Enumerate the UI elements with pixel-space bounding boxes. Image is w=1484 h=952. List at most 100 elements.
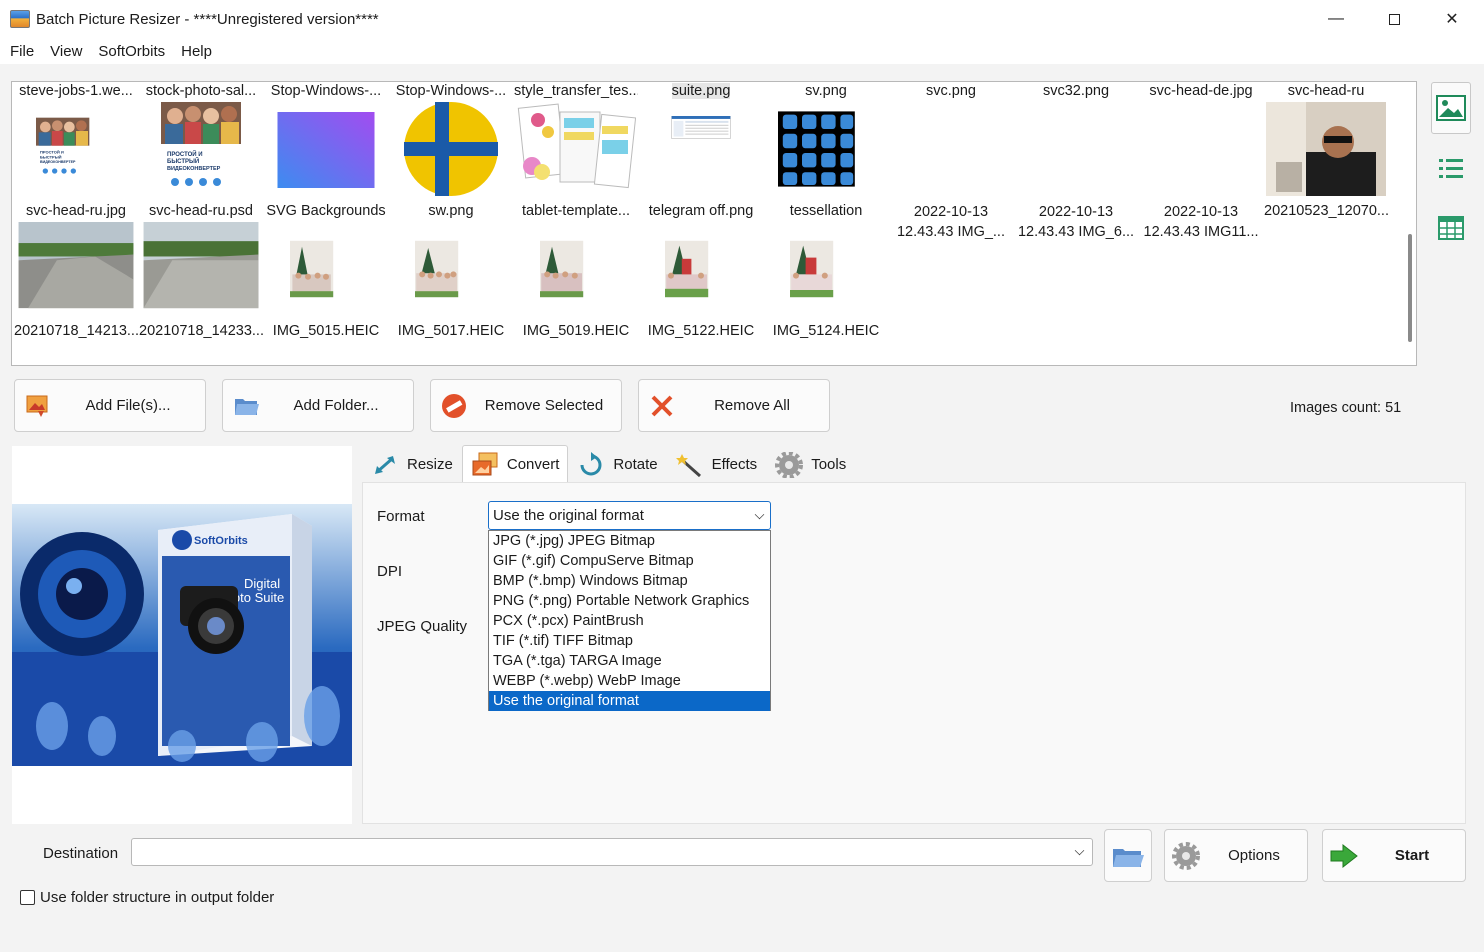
checkbox-box[interactable] xyxy=(20,890,35,905)
add-image-icon xyxy=(26,395,48,417)
tab-effects[interactable]: Effects xyxy=(667,446,767,482)
list-item[interactable]: tablet-template... xyxy=(514,82,638,219)
scrollbar-thumb[interactable] xyxy=(1408,234,1412,342)
minimize-button[interactable]: — xyxy=(1307,0,1365,38)
item-caption: svc-head-de.jpg xyxy=(1149,83,1253,99)
list-view-button[interactable] xyxy=(1431,142,1471,194)
close-button[interactable]: ✕ xyxy=(1423,0,1481,38)
images-count: Images count: 51 xyxy=(1290,400,1402,416)
list-item[interactable]: sw.png xyxy=(389,82,513,219)
format-select-value: Use the original format xyxy=(493,507,644,524)
menu-bar: File View SoftOrbits Help xyxy=(0,38,1484,64)
format-dropdown-list[interactable]: JPG (*.jpg) JPEG Bitmap GIF (*.gif) Comp… xyxy=(488,530,771,711)
list-item[interactable]: IMG_5124.HEIC xyxy=(764,202,888,339)
start-button[interactable]: Start xyxy=(1322,829,1466,882)
format-option[interactable]: PCX (*.pcx) PaintBrush xyxy=(489,611,770,631)
resize-icon xyxy=(375,455,395,474)
thumbnail-image xyxy=(415,240,459,298)
list-item[interactable]: svc-head-ru.jpg xyxy=(14,82,138,219)
list-item[interactable]: tessellation xyxy=(764,82,888,219)
list-item[interactable]: telegram off.png xyxy=(639,82,763,219)
format-select[interactable]: Use the original format xyxy=(488,501,771,530)
gear-icon xyxy=(1172,842,1200,870)
item-caption: IMG_5019.HEIC xyxy=(522,323,630,339)
preview-panel: SoftOrbits Digital Photo Suite xyxy=(12,446,352,824)
list-item[interactable]: IMG_5017.HEIC xyxy=(389,202,513,339)
format-label: Format xyxy=(377,508,425,525)
chevron-down-icon xyxy=(754,509,765,520)
item-caption: IMG_5017.HEIC xyxy=(397,323,505,339)
tab-convert[interactable]: Convert xyxy=(461,445,569,482)
list-item[interactable]: IMG_5015.HEIC xyxy=(264,202,388,339)
menu-help[interactable]: Help xyxy=(173,43,220,60)
format-option[interactable]: WEBP (*.webp) WebP Image xyxy=(489,671,770,691)
tab-resize[interactable]: Resize xyxy=(362,446,462,482)
item-caption: svc.png xyxy=(926,83,976,99)
destination-input[interactable] xyxy=(131,838,1093,866)
tab-resize-label: Resize xyxy=(407,456,453,473)
folder-structure-label: Use folder structure in output folder xyxy=(40,889,275,906)
maximize-button[interactable] xyxy=(1365,0,1423,38)
item-caption: 2022-10-13 12.43.43 IMG_... xyxy=(896,204,1005,240)
destination-label: Destination xyxy=(43,845,119,862)
vertical-scrollbar[interactable] xyxy=(1404,82,1416,365)
list-item[interactable]: svc-head-ru.psd xyxy=(139,82,263,219)
item-caption: svc32.png xyxy=(1042,83,1110,99)
format-option[interactable]: BMP (*.bmp) Windows Bitmap xyxy=(489,571,770,591)
close-x-icon xyxy=(651,395,673,417)
list-item[interactable]: SVG Backgrounds xyxy=(264,82,388,219)
tab-rotate[interactable]: Rotate xyxy=(568,446,666,482)
format-option[interactable]: TGA (*.tga) TARGA Image xyxy=(489,651,770,671)
list-item[interactable]: svc-head-de.jpg xyxy=(1139,82,1263,202)
item-caption: 20210523_12070... xyxy=(1264,203,1388,219)
format-option-selected[interactable]: Use the original format xyxy=(489,691,770,711)
preview-image: SoftOrbits Digital Photo Suite xyxy=(12,446,352,824)
menu-file[interactable]: File xyxy=(0,43,42,60)
table-view-button[interactable] xyxy=(1431,202,1471,254)
menu-view[interactable]: View xyxy=(42,43,90,60)
item-caption: 2022-10-13 12.43.43 IMG11... xyxy=(1143,204,1259,240)
list-item[interactable]: svc32.png xyxy=(1014,82,1138,202)
format-option[interactable]: GIF (*.gif) CompuServe Bitmap xyxy=(489,551,770,571)
folder-structure-checkbox[interactable]: Use folder structure in output folder xyxy=(20,889,274,906)
list-item[interactable]: svc.png xyxy=(889,82,1013,202)
menu-softorbits[interactable]: SoftOrbits xyxy=(90,43,173,60)
jpeg-quality-label: JPEG Quality xyxy=(377,618,468,635)
image-list[interactable]: steve-jobs-1.we... ПРОСТОЙ И БЫСТРЫЙ ВИД… xyxy=(11,81,1417,366)
chevron-down-icon xyxy=(1074,845,1085,856)
tab-rotate-label: Rotate xyxy=(613,456,658,473)
add-folder-button[interactable]: Add Folder... xyxy=(222,379,414,432)
remove-all-button[interactable]: Remove All xyxy=(638,379,830,432)
brand-text: SoftOrbits xyxy=(194,535,248,547)
format-option[interactable]: TIF (*.tif) TIFF Bitmap xyxy=(489,631,770,651)
list-item[interactable]: 20210523_12070... xyxy=(1264,82,1388,219)
tab-effects-label: Effects xyxy=(711,456,758,473)
title-bar: Batch Picture Resizer - ****Unregistered… xyxy=(0,0,1484,38)
thumbnail-image xyxy=(665,240,709,298)
arrow-right-icon xyxy=(1330,843,1358,869)
window-title: Batch Picture Resizer - ****Unregistered… xyxy=(36,10,379,28)
folder-icon xyxy=(235,399,259,415)
item-caption: IMG_5015.HEIC xyxy=(272,323,380,339)
format-option[interactable]: PNG (*.png) Portable Network Graphics xyxy=(489,591,770,611)
list-icon xyxy=(1439,159,1463,178)
item-caption: IMG_5124.HEIC xyxy=(772,323,880,339)
item-caption: IMG_5122.HEIC xyxy=(647,323,755,339)
options-button[interactable]: Options xyxy=(1164,829,1308,882)
list-item[interactable]: 2022-10-13 12.43.43 IMG_6... xyxy=(1014,202,1138,242)
list-item[interactable]: 2022-10-13 12.43.43 IMG11... xyxy=(1139,202,1263,242)
list-item[interactable]: 20210718_14213... xyxy=(14,202,138,339)
browse-folder-button[interactable] xyxy=(1104,829,1152,882)
add-files-button[interactable]: Add File(s)... xyxy=(14,379,206,432)
thumbnail-view-button[interactable] xyxy=(1431,82,1471,134)
folder-icon xyxy=(1113,848,1144,867)
list-item[interactable]: 20210718_14233... xyxy=(139,202,263,339)
list-item[interactable]: IMG_5122.HEIC xyxy=(639,202,763,339)
item-caption: 2022-10-13 12.43.43 IMG_6... xyxy=(1017,204,1135,240)
tab-tools[interactable]: Tools xyxy=(766,446,855,482)
format-option[interactable]: JPG (*.jpg) JPEG Bitmap xyxy=(489,531,770,551)
list-item[interactable]: IMG_5019.HEIC xyxy=(514,202,638,339)
remove-selected-button[interactable]: Remove Selected xyxy=(430,379,622,432)
list-item[interactable]: 2022-10-13 12.43.43 IMG_... xyxy=(889,202,1013,242)
item-caption: 20210718_14233... xyxy=(139,323,263,339)
